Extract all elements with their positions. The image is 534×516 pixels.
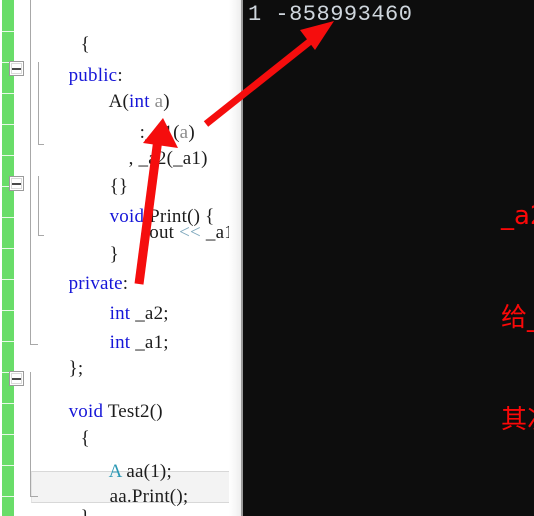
annotation-text-block: _a2先声明因此先 给_a2初始化， 其次初始化_a1 bbox=[501, 131, 534, 505]
annotation-line-1: _a2先声明因此先 bbox=[501, 201, 534, 231]
annotation-line-2: 给_a2初始化， bbox=[501, 303, 534, 333]
console-output-pane[interactable]: 1 -858993460 _a2先声明因此先 给_a2初始化， 其次初始化_a1 bbox=[243, 0, 534, 516]
code-line-13[interactable]: }; bbox=[29, 322, 243, 379]
code-line-11[interactable]: int _a2; bbox=[70, 267, 243, 324]
code-line-19[interactable]: } bbox=[41, 471, 243, 516]
code-line-10[interactable]: private: bbox=[29, 237, 243, 294]
code-line-9[interactable]: } bbox=[70, 208, 243, 265]
code-line-3[interactable]: A(int a) bbox=[70, 55, 243, 112]
annotation-line-3: 其次初始化_a1 bbox=[501, 405, 534, 435]
code-text-layer[interactable]: { public: A(int a) :_a1(a) , _a2(_a1) {} bbox=[0, 0, 243, 516]
code-editor-pane[interactable]: { public: A(int a) :_a1(a) , _a2(_a1) {} bbox=[0, 0, 243, 516]
code-line-16[interactable]: { bbox=[41, 392, 243, 449]
screenshot-root: { public: A(int a) :_a1(a) , _a2(_a1) {} bbox=[0, 0, 534, 516]
code-line-6[interactable]: {} bbox=[70, 140, 243, 197]
token-brace-close-test2: } bbox=[81, 507, 90, 516]
code-line-5[interactable]: , _a2(_a1) bbox=[89, 112, 243, 169]
code-line-1[interactable]: { bbox=[41, 0, 243, 55]
console-output-text: 1 -858993460 bbox=[248, 2, 413, 27]
